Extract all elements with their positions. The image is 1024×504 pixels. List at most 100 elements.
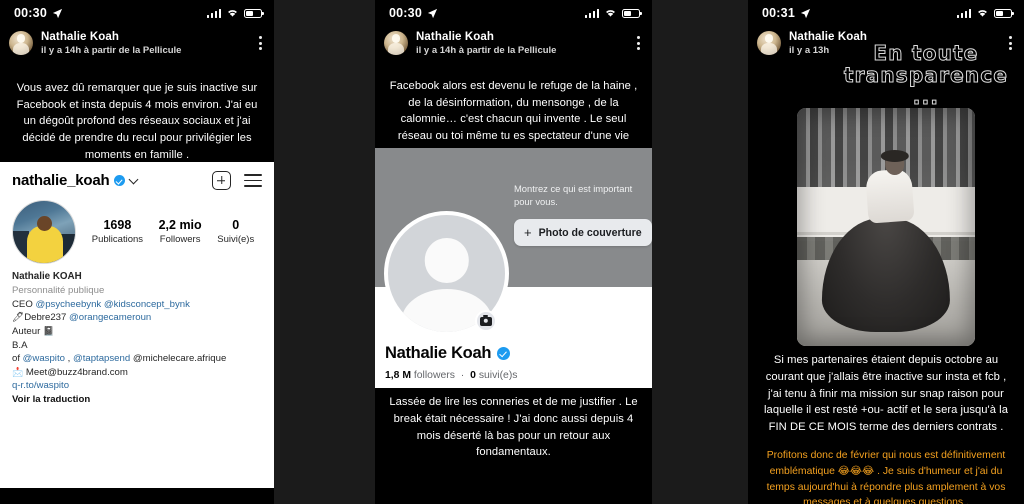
post-timestamp: il y a 14h à partir de la Pellicule <box>41 44 182 56</box>
verified-badge-icon <box>114 175 126 186</box>
facebook-profile-card: Montrez ce qui est important pour vous. … <box>375 148 652 388</box>
sticker-title-line-1: En toute <box>873 41 979 65</box>
bio-mention-waspito[interactable]: @waspito <box>23 353 65 364</box>
avatar <box>9 31 33 56</box>
bio-line-debre: 🖊Debre237 @orangecameroun <box>12 311 262 325</box>
story-panel-2: 00:30 Nathalie Koah il y a 14h à partir … <box>375 0 652 504</box>
bio-display-name: Nathalie KOAH <box>12 271 82 282</box>
story-sticker-title: En toute transparence ... <box>836 41 1016 109</box>
status-bar: 00:30 <box>375 0 652 26</box>
bio-line-ceo: CEO @psycheebynk @kidsconcept_bynk <box>12 298 262 312</box>
cover-prompt-text: Montrez ce qui est important pour vous. <box>514 183 633 208</box>
add-cover-photo-label: Photo de couverture <box>538 226 642 239</box>
avatar <box>757 31 781 56</box>
instagram-bio: Nathalie KOAH Personnalité publique CEO … <box>0 266 274 407</box>
status-bar-right <box>584 8 642 18</box>
wifi-icon <box>978 10 987 17</box>
story-body-text: Si mes partenaires étaient depuis octobr… <box>764 354 1008 434</box>
signal-bars-icon <box>956 8 971 18</box>
verified-badge-icon <box>497 347 511 360</box>
bio-mention-psycheebynk[interactable]: @psycheebynk <box>35 299 101 310</box>
status-bar-left: 00:30 <box>389 6 438 20</box>
post-header: Nathalie Koah il y a 14h à partir de la … <box>375 26 652 62</box>
status-bar: 00:30 <box>0 0 274 26</box>
location-arrow-icon <box>800 8 811 18</box>
stat-publications-label: Publications <box>91 233 144 245</box>
following-label: suivi(e)s <box>478 370 518 381</box>
bio-mention-taptapsend[interactable]: @taptapsend <box>73 353 130 364</box>
post-timestamp: il y a 14h à partir de la Pellicule <box>416 44 557 56</box>
bio-line-of: of @waspito , @taptapsend @michelecare.a… <box>12 352 262 366</box>
following-count: 0 <box>470 370 476 381</box>
status-time: 00:30 <box>14 6 47 20</box>
stats-separator: · <box>460 370 465 381</box>
facebook-profile-name: Nathalie Koah <box>385 344 492 362</box>
facebook-name-row: Nathalie Koah <box>385 344 511 363</box>
instagram-stats: 1698 Publications 2,2 mio Followers 0 Su… <box>80 218 262 246</box>
bio-line-ba: B.A <box>12 339 28 351</box>
stat-publications-value: 1698 <box>103 218 132 233</box>
instagram-header: nathalie_koah <box>0 162 274 194</box>
status-bar-right <box>206 8 264 18</box>
sticker-title-line-2: transparence ... <box>843 63 1009 109</box>
stat-following[interactable]: 0 Suivi(e)s <box>217 218 254 246</box>
bio-of-prefix: of <box>12 353 23 365</box>
location-arrow-icon <box>427 8 438 18</box>
bio-mention-orangecameroun[interactable]: @orangecameroun <box>69 312 151 323</box>
wifi-icon <box>606 10 615 17</box>
see-translation-button[interactable]: Voir la traduction <box>12 393 262 407</box>
stat-followers-label: Followers <box>159 233 201 245</box>
post-header-text: Nathalie Koah il y a 14h à partir de la … <box>416 31 556 56</box>
kebab-menu-icon[interactable] <box>257 32 264 54</box>
signal-bars-icon <box>206 8 221 18</box>
bio-ceo-prefix: CEO <box>12 298 36 310</box>
bio-mail-text: Meet@buzz4brand.com <box>23 366 128 378</box>
stat-following-value: 0 <box>232 218 240 233</box>
followers-count: 1,8 M <box>385 370 411 381</box>
instagram-stats-row: 1698 Publications 2,2 mio Followers 0 Su… <box>0 194 274 266</box>
plus-box-icon[interactable] <box>212 171 231 190</box>
plus-icon: + <box>524 225 532 240</box>
status-time: 00:31 <box>762 6 795 20</box>
wifi-icon <box>228 10 237 17</box>
battery-icon <box>244 8 264 18</box>
screenshot-stage: 00:30 Nathalie Koah il y a 14h à partir … <box>0 0 1024 504</box>
chevron-down-icon[interactable] <box>128 174 139 184</box>
hamburger-menu-icon[interactable] <box>244 173 262 188</box>
location-arrow-icon <box>52 8 63 18</box>
camera-icon[interactable] <box>475 310 497 332</box>
kebab-menu-icon[interactable] <box>635 32 642 54</box>
instagram-profile-picture[interactable] <box>12 200 76 264</box>
facebook-follower-stats: 1,8 M followers · 0 suivi(e)s <box>385 370 518 381</box>
bio-line-auteur: Auteur 📓 <box>12 325 262 339</box>
bio-auteur-text: Auteur <box>12 325 43 337</box>
instagram-username[interactable]: nathalie_koah <box>12 172 110 189</box>
bio-of-separator: , <box>64 353 73 365</box>
story-body-section: Si mes partenaires étaient depuis octobr… <box>748 352 1024 504</box>
battery-icon <box>622 8 642 18</box>
story-panel-1: 00:30 Nathalie Koah il y a 14h à partir … <box>0 0 274 504</box>
bio-debre-text: Debre237 <box>24 312 69 324</box>
post-header-text: Nathalie Koah il y a 14h à partir de la … <box>41 31 181 56</box>
bio-link[interactable]: q-r.to/waspito <box>12 379 262 393</box>
status-time: 00:30 <box>389 6 422 20</box>
add-cover-photo-button[interactable]: + Photo de couverture <box>514 219 652 246</box>
story-bottom-caption: Lassée de lire les conneries et de me ju… <box>389 396 638 459</box>
bio-category: Personnalité publique <box>12 284 105 296</box>
status-bar-left: 00:30 <box>14 6 63 20</box>
instagram-header-actions <box>212 171 262 190</box>
bio-mention-michelecare[interactable]: @michelecare.afrique <box>130 353 226 364</box>
story-photo <box>797 108 975 346</box>
bio-line-mail: 📩 Meet@buzz4brand.com <box>12 366 262 380</box>
stat-following-label: Suivi(e)s <box>217 233 255 245</box>
instagram-profile-card: nathalie_koah 1698 Publications 2,2 mio … <box>0 162 274 488</box>
stat-publications[interactable]: 1698 Publications <box>92 218 143 246</box>
envelope-icon: 📩 <box>12 367 24 378</box>
bio-mention-kidsconcept[interactable]: @kidsconcept_bynk <box>104 299 190 310</box>
status-bar-right <box>956 8 1014 18</box>
signal-bars-icon <box>584 8 599 18</box>
story-orange-text: Profitons donc de février qui nous est d… <box>766 449 1006 504</box>
stat-followers[interactable]: 2,2 mio Followers <box>159 218 202 246</box>
pen-icon: 🖊 <box>12 312 25 324</box>
status-bar-left: 00:31 <box>762 6 811 20</box>
